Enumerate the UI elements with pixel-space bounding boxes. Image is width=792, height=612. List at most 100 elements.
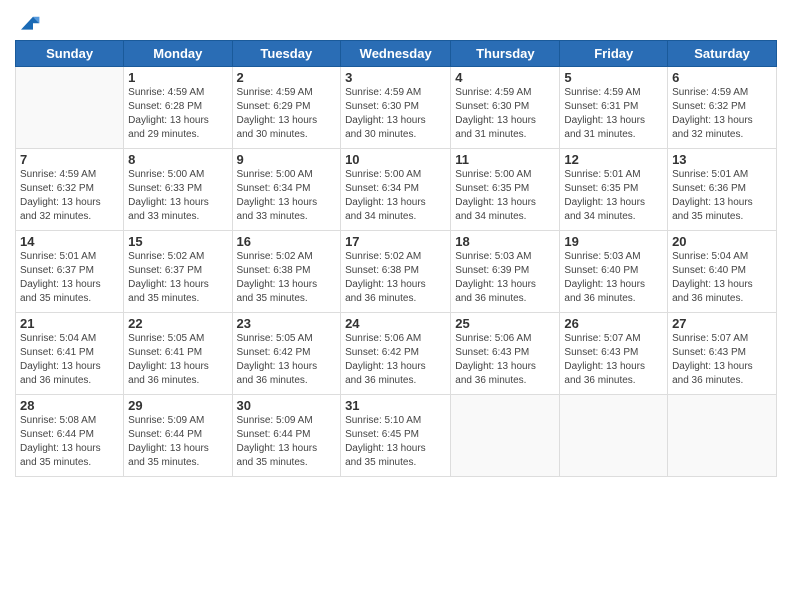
day-info: Sunrise: 5:06 AM Sunset: 6:43 PM Dayligh… bbox=[455, 332, 555, 388]
calendar-cell: 14Sunrise: 5:01 AM Sunset: 6:37 PM Dayli… bbox=[16, 231, 124, 313]
calendar-week-5: 28Sunrise: 5:08 AM Sunset: 6:44 PM Dayli… bbox=[16, 395, 777, 477]
day-info: Sunrise: 5:01 AM Sunset: 6:36 PM Dayligh… bbox=[672, 168, 772, 224]
day-info: Sunrise: 5:02 AM Sunset: 6:38 PM Dayligh… bbox=[237, 250, 337, 306]
day-number: 27 bbox=[672, 316, 772, 331]
page-container: SundayMondayTuesdayWednesdayThursdayFrid… bbox=[0, 0, 792, 612]
calendar-cell: 18Sunrise: 5:03 AM Sunset: 6:39 PM Dayli… bbox=[451, 231, 560, 313]
day-info: Sunrise: 4:59 AM Sunset: 6:29 PM Dayligh… bbox=[237, 86, 337, 142]
calendar-cell bbox=[451, 395, 560, 477]
calendar-cell: 9Sunrise: 5:00 AM Sunset: 6:34 PM Daylig… bbox=[232, 149, 341, 231]
day-number: 19 bbox=[564, 234, 663, 249]
calendar-cell: 22Sunrise: 5:05 AM Sunset: 6:41 PM Dayli… bbox=[124, 313, 232, 395]
day-info: Sunrise: 4:59 AM Sunset: 6:31 PM Dayligh… bbox=[564, 86, 663, 142]
calendar-cell: 3Sunrise: 4:59 AM Sunset: 6:30 PM Daylig… bbox=[341, 67, 451, 149]
calendar-week-2: 7Sunrise: 4:59 AM Sunset: 6:32 PM Daylig… bbox=[16, 149, 777, 231]
day-number: 8 bbox=[128, 152, 227, 167]
calendar-table: SundayMondayTuesdayWednesdayThursdayFrid… bbox=[15, 40, 777, 477]
col-header-sunday: Sunday bbox=[16, 41, 124, 67]
day-info: Sunrise: 4:59 AM Sunset: 6:30 PM Dayligh… bbox=[455, 86, 555, 142]
calendar-header-row: SundayMondayTuesdayWednesdayThursdayFrid… bbox=[16, 41, 777, 67]
day-number: 17 bbox=[345, 234, 446, 249]
calendar-week-3: 14Sunrise: 5:01 AM Sunset: 6:37 PM Dayli… bbox=[16, 231, 777, 313]
calendar-cell bbox=[668, 395, 777, 477]
calendar-cell: 25Sunrise: 5:06 AM Sunset: 6:43 PM Dayli… bbox=[451, 313, 560, 395]
calendar-cell: 7Sunrise: 4:59 AM Sunset: 6:32 PM Daylig… bbox=[16, 149, 124, 231]
day-info: Sunrise: 5:04 AM Sunset: 6:41 PM Dayligh… bbox=[20, 332, 119, 388]
day-number: 26 bbox=[564, 316, 663, 331]
day-number: 4 bbox=[455, 70, 555, 85]
day-info: Sunrise: 4:59 AM Sunset: 6:32 PM Dayligh… bbox=[20, 168, 119, 224]
day-number: 18 bbox=[455, 234, 555, 249]
day-number: 11 bbox=[455, 152, 555, 167]
day-number: 31 bbox=[345, 398, 446, 413]
day-info: Sunrise: 4:59 AM Sunset: 6:30 PM Dayligh… bbox=[345, 86, 446, 142]
day-info: Sunrise: 5:00 AM Sunset: 6:33 PM Dayligh… bbox=[128, 168, 227, 224]
col-header-thursday: Thursday bbox=[451, 41, 560, 67]
logo bbox=[15, 14, 41, 34]
day-info: Sunrise: 5:01 AM Sunset: 6:35 PM Dayligh… bbox=[564, 168, 663, 224]
day-info: Sunrise: 5:01 AM Sunset: 6:37 PM Dayligh… bbox=[20, 250, 119, 306]
calendar-cell: 24Sunrise: 5:06 AM Sunset: 6:42 PM Dayli… bbox=[341, 313, 451, 395]
day-info: Sunrise: 5:05 AM Sunset: 6:41 PM Dayligh… bbox=[128, 332, 227, 388]
calendar-cell: 20Sunrise: 5:04 AM Sunset: 6:40 PM Dayli… bbox=[668, 231, 777, 313]
calendar-cell: 16Sunrise: 5:02 AM Sunset: 6:38 PM Dayli… bbox=[232, 231, 341, 313]
calendar-cell: 11Sunrise: 5:00 AM Sunset: 6:35 PM Dayli… bbox=[451, 149, 560, 231]
day-info: Sunrise: 5:00 AM Sunset: 6:34 PM Dayligh… bbox=[237, 168, 337, 224]
day-number: 28 bbox=[20, 398, 119, 413]
calendar-cell: 4Sunrise: 4:59 AM Sunset: 6:30 PM Daylig… bbox=[451, 67, 560, 149]
calendar-cell: 27Sunrise: 5:07 AM Sunset: 6:43 PM Dayli… bbox=[668, 313, 777, 395]
day-info: Sunrise: 5:02 AM Sunset: 6:38 PM Dayligh… bbox=[345, 250, 446, 306]
day-info: Sunrise: 5:04 AM Sunset: 6:40 PM Dayligh… bbox=[672, 250, 772, 306]
calendar-cell: 28Sunrise: 5:08 AM Sunset: 6:44 PM Dayli… bbox=[16, 395, 124, 477]
day-number: 20 bbox=[672, 234, 772, 249]
col-header-wednesday: Wednesday bbox=[341, 41, 451, 67]
day-info: Sunrise: 5:09 AM Sunset: 6:44 PM Dayligh… bbox=[237, 414, 337, 470]
calendar-cell: 21Sunrise: 5:04 AM Sunset: 6:41 PM Dayli… bbox=[16, 313, 124, 395]
day-number: 25 bbox=[455, 316, 555, 331]
calendar-cell: 1Sunrise: 4:59 AM Sunset: 6:28 PM Daylig… bbox=[124, 67, 232, 149]
day-number: 14 bbox=[20, 234, 119, 249]
day-number: 16 bbox=[237, 234, 337, 249]
day-number: 30 bbox=[237, 398, 337, 413]
day-number: 29 bbox=[128, 398, 227, 413]
calendar-cell: 17Sunrise: 5:02 AM Sunset: 6:38 PM Dayli… bbox=[341, 231, 451, 313]
day-info: Sunrise: 5:07 AM Sunset: 6:43 PM Dayligh… bbox=[564, 332, 663, 388]
day-info: Sunrise: 5:10 AM Sunset: 6:45 PM Dayligh… bbox=[345, 414, 446, 470]
calendar-week-4: 21Sunrise: 5:04 AM Sunset: 6:41 PM Dayli… bbox=[16, 313, 777, 395]
day-number: 9 bbox=[237, 152, 337, 167]
day-number: 15 bbox=[128, 234, 227, 249]
day-number: 6 bbox=[672, 70, 772, 85]
day-info: Sunrise: 5:09 AM Sunset: 6:44 PM Dayligh… bbox=[128, 414, 227, 470]
day-number: 13 bbox=[672, 152, 772, 167]
day-info: Sunrise: 4:59 AM Sunset: 6:32 PM Dayligh… bbox=[672, 86, 772, 142]
logo-icon bbox=[17, 14, 41, 34]
calendar-cell: 5Sunrise: 4:59 AM Sunset: 6:31 PM Daylig… bbox=[560, 67, 668, 149]
calendar-cell: 26Sunrise: 5:07 AM Sunset: 6:43 PM Dayli… bbox=[560, 313, 668, 395]
day-info: Sunrise: 5:03 AM Sunset: 6:40 PM Dayligh… bbox=[564, 250, 663, 306]
day-info: Sunrise: 5:00 AM Sunset: 6:35 PM Dayligh… bbox=[455, 168, 555, 224]
day-number: 21 bbox=[20, 316, 119, 331]
day-info: Sunrise: 5:03 AM Sunset: 6:39 PM Dayligh… bbox=[455, 250, 555, 306]
calendar-cell bbox=[560, 395, 668, 477]
calendar-cell: 2Sunrise: 4:59 AM Sunset: 6:29 PM Daylig… bbox=[232, 67, 341, 149]
day-number: 2 bbox=[237, 70, 337, 85]
day-number: 1 bbox=[128, 70, 227, 85]
calendar-cell: 29Sunrise: 5:09 AM Sunset: 6:44 PM Dayli… bbox=[124, 395, 232, 477]
day-info: Sunrise: 5:02 AM Sunset: 6:37 PM Dayligh… bbox=[128, 250, 227, 306]
calendar-cell: 6Sunrise: 4:59 AM Sunset: 6:32 PM Daylig… bbox=[668, 67, 777, 149]
day-info: Sunrise: 5:08 AM Sunset: 6:44 PM Dayligh… bbox=[20, 414, 119, 470]
day-number: 22 bbox=[128, 316, 227, 331]
calendar-cell: 31Sunrise: 5:10 AM Sunset: 6:45 PM Dayli… bbox=[341, 395, 451, 477]
calendar-week-1: 1Sunrise: 4:59 AM Sunset: 6:28 PM Daylig… bbox=[16, 67, 777, 149]
calendar-cell: 10Sunrise: 5:00 AM Sunset: 6:34 PM Dayli… bbox=[341, 149, 451, 231]
calendar-cell bbox=[16, 67, 124, 149]
col-header-saturday: Saturday bbox=[668, 41, 777, 67]
header bbox=[15, 10, 777, 34]
day-number: 23 bbox=[237, 316, 337, 331]
calendar-cell: 8Sunrise: 5:00 AM Sunset: 6:33 PM Daylig… bbox=[124, 149, 232, 231]
calendar-cell: 12Sunrise: 5:01 AM Sunset: 6:35 PM Dayli… bbox=[560, 149, 668, 231]
day-number: 10 bbox=[345, 152, 446, 167]
calendar-cell: 19Sunrise: 5:03 AM Sunset: 6:40 PM Dayli… bbox=[560, 231, 668, 313]
day-info: Sunrise: 5:07 AM Sunset: 6:43 PM Dayligh… bbox=[672, 332, 772, 388]
day-number: 5 bbox=[564, 70, 663, 85]
